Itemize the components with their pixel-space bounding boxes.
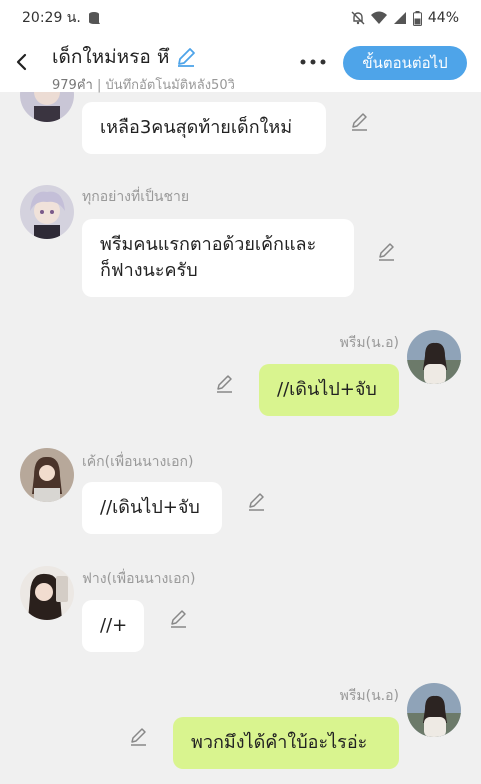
next-step-button[interactable]: ขั้นตอนต่อไป [343, 46, 467, 80]
edit-message-icon[interactable] [349, 111, 371, 133]
message-bubble[interactable]: พรีมคนแรกตาอด้วยเค้กและ ก็ฟางนะครับ [82, 219, 354, 297]
sender-name: พรีม(น.อ) [339, 688, 399, 704]
database-icon [87, 11, 101, 25]
sender-name: เค้ก(เพื่อนนางเอก) [82, 454, 194, 470]
back-button[interactable] [8, 48, 36, 76]
status-left: 20:29 น. [22, 7, 101, 29]
sender-name: ฟาง(เพื่อนนางเอก) [82, 571, 196, 587]
battery-icon [412, 10, 422, 26]
chat-header: เด็กใหม่หรอ หึ 979คำ | บันทึกอัตโนมัติหล… [0, 36, 481, 95]
girl-portrait-avatar[interactable] [20, 448, 74, 502]
chat-area[interactable]: เหลือ3คนสุดท้ายเด็กใหม่ ทุกอย่างที่เป็นช… [0, 92, 481, 784]
message-bubble[interactable]: //+ [82, 600, 144, 652]
edit-message-icon[interactable] [168, 608, 190, 630]
edit-message-icon[interactable] [376, 241, 398, 263]
sender-name: ทุกอย่างที่เป็นชาย [82, 189, 190, 205]
status-time: 20:29 น. [22, 10, 81, 26]
status-right: 44% [351, 10, 459, 26]
word-count: 979คำ [52, 78, 93, 93]
notifications-off-icon [351, 11, 365, 25]
girl-outdoor-avatar[interactable] [407, 683, 461, 737]
battery-percentage: 44% [427, 10, 459, 26]
girl-selfie-avatar[interactable] [20, 566, 74, 620]
story-title: เด็กใหม่หรอ หึ [52, 46, 170, 68]
status-bar: 20:29 น. 44% [0, 0, 481, 36]
more-dots-icon [300, 59, 326, 65]
autosave-note: | บันทึกอัตโนมัติหลัง50วิ [92, 78, 235, 93]
anime-character-avatar[interactable] [20, 185, 74, 239]
edit-message-icon[interactable] [214, 373, 236, 395]
sender-name: พรีม(น.อ) [339, 335, 399, 351]
message-bubble[interactable]: //เดินไป+จับ [82, 482, 222, 534]
edit-message-icon[interactable] [246, 491, 268, 513]
edit-title-icon[interactable] [175, 46, 197, 68]
wifi-icon [370, 11, 387, 25]
more-options-button[interactable] [296, 48, 330, 76]
girl-outdoor-avatar[interactable] [407, 330, 461, 384]
anime-character-avatar[interactable] [20, 92, 74, 122]
cellular-signal-icon [393, 11, 407, 25]
edit-message-icon[interactable] [128, 726, 150, 748]
message-bubble[interactable]: เหลือ3คนสุดท้ายเด็กใหม่ [82, 102, 326, 154]
title-block: เด็กใหม่หรอ หึ 979คำ | บันทึกอัตโนมัติหล… [52, 42, 235, 95]
chevron-left-icon [16, 53, 27, 71]
message-bubble[interactable]: //เดินไป+จับ [259, 364, 399, 416]
message-bubble[interactable]: พวกมึงได้คำใบ้อะไรอ่ะ [173, 717, 399, 769]
